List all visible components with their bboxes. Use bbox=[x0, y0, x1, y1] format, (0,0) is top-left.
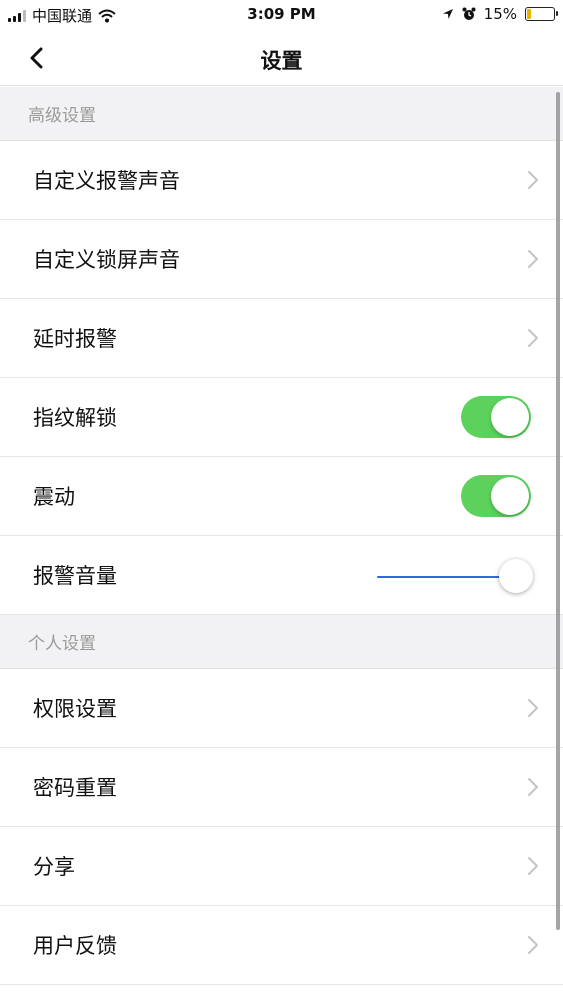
row-label: 自定义报警声音 bbox=[33, 169, 180, 193]
disclosure-indicator bbox=[527, 856, 539, 880]
settings-row[interactable]: 自定义锁屏声音 bbox=[0, 220, 563, 299]
settings-row: 震动 bbox=[0, 457, 563, 536]
chevron-right-icon bbox=[528, 778, 538, 796]
row-label: 分享 bbox=[33, 855, 75, 879]
chevron-right-icon bbox=[528, 250, 538, 268]
row-label: 指纹解锁 bbox=[33, 406, 117, 430]
settings-row[interactable]: 延时报警 bbox=[0, 299, 563, 378]
toggle-switch[interactable] bbox=[461, 396, 531, 438]
disclosure-indicator bbox=[527, 170, 539, 194]
settings-row: 报警音量 bbox=[0, 536, 563, 615]
row-label: 延时报警 bbox=[33, 327, 117, 351]
battery-fill bbox=[527, 9, 531, 19]
settings-row[interactable]: 分享 bbox=[0, 827, 563, 906]
battery-percent: 15% bbox=[483, 5, 517, 23]
toggle-knob bbox=[491, 477, 529, 515]
settings-list: 高级设置自定义报警声音 自定义锁屏声音 延时报警指纹解锁震动报警音量个人设置权限设置… bbox=[0, 87, 563, 985]
settings-row[interactable]: 用户反馈 bbox=[0, 906, 563, 985]
slider-thumb[interactable] bbox=[499, 559, 533, 593]
battery-icon bbox=[525, 7, 558, 21]
scrollbar[interactable] bbox=[556, 92, 560, 930]
row-label: 密码重置 bbox=[33, 776, 117, 800]
row-label: 报警音量 bbox=[33, 564, 117, 588]
section-header: 高级设置 bbox=[0, 87, 563, 141]
page-title: 设置 bbox=[260, 49, 303, 73]
row-label: 用户反馈 bbox=[33, 934, 117, 958]
disclosure-indicator bbox=[527, 935, 539, 959]
navigation-bar: 设置 bbox=[0, 30, 563, 86]
section-header: 个人设置 bbox=[0, 615, 563, 669]
status-bar: 中国联通 3:09 PM 15% bbox=[0, 0, 563, 30]
settings-row: 指纹解锁 bbox=[0, 378, 563, 457]
chevron-right-icon bbox=[528, 936, 538, 954]
toggle-knob bbox=[491, 398, 529, 436]
disclosure-indicator bbox=[527, 328, 539, 352]
settings-row[interactable]: 自定义报警声音 bbox=[0, 141, 563, 220]
chevron-right-icon bbox=[528, 857, 538, 875]
row-label: 震动 bbox=[33, 485, 75, 509]
toggle-switch[interactable] bbox=[461, 475, 531, 517]
chevron-right-icon bbox=[528, 699, 538, 717]
slider-track-fill bbox=[377, 576, 516, 578]
chevron-right-icon bbox=[528, 329, 538, 347]
settings-row[interactable]: 权限设置 bbox=[0, 669, 563, 748]
status-right: 15% bbox=[442, 5, 558, 23]
alarm-icon bbox=[462, 7, 476, 20]
location-icon bbox=[442, 9, 453, 19]
disclosure-indicator bbox=[527, 249, 539, 273]
row-label: 权限设置 bbox=[33, 697, 117, 721]
volume-slider[interactable] bbox=[377, 559, 533, 595]
row-label: 自定义锁屏声音 bbox=[33, 248, 180, 272]
chevron-right-icon bbox=[528, 171, 538, 189]
disclosure-indicator bbox=[527, 698, 539, 722]
disclosure-indicator bbox=[527, 777, 539, 801]
settings-row[interactable]: 密码重置 bbox=[0, 748, 563, 827]
